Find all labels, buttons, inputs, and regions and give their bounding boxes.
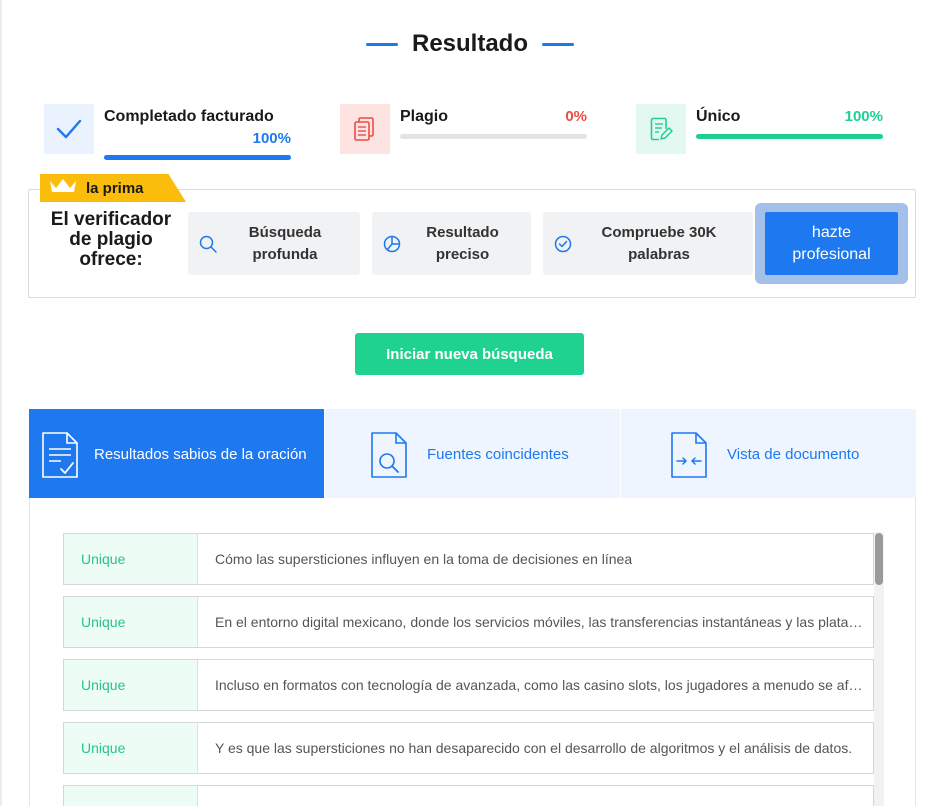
result-status-partial [64,786,198,806]
stat-progress-bar [104,155,291,160]
title-dash-left [365,42,398,46]
stat-completed: Completado facturado 100% [44,104,291,160]
stat-unique: Único 100% [636,104,883,160]
feature-deep-search: Búsqueda profunda [188,212,360,275]
result-sentence-partial [198,786,873,806]
search-icon [199,235,217,253]
feature-precise-result: Resultado preciso [372,212,531,275]
feature-label-line: Búsqueda [248,223,322,241]
stat-percent: 100% [844,108,883,125]
result-status: Unique [64,723,198,773]
result-status: Unique [64,534,198,584]
result-sentence-text: Incluso en formatos con tecnología de av… [215,677,865,693]
stat-plagiarism: Plagio 0% [340,104,587,160]
result-status: Unique [64,660,198,710]
tab-matching-sources[interactable]: Fuentes coincidentes [324,409,620,498]
table-row[interactable]: Unique Incluso en formatos con tecnologí… [63,659,874,711]
stat-progress-fill [696,134,883,139]
tab-document-view[interactable]: Vista de documento [620,409,916,498]
offer-title-line: ofrece: [79,249,143,270]
feature-label-line: preciso [435,245,490,263]
table-row[interactable]: Unique En el entorno digital mexicano, d… [63,596,874,648]
stat-percent: 0% [565,108,587,125]
feature-label-line: Resultado [426,223,499,241]
go-pro-label-line: profesional [792,245,871,263]
feature-label-line: Compruebe 30K [601,223,717,241]
premium-tag-label: la prima [86,179,144,197]
result-tabs: Resultados sabios de la oración Fuentes … [29,409,916,498]
stat-label: Único [696,108,741,125]
stat-progress-bar [696,134,883,139]
offer-title-line: El verificador [50,209,172,230]
feature-check-words: Compruebe 30K palabras [543,212,753,275]
new-search-button[interactable]: Iniciar nueva búsqueda [355,333,584,375]
stat-progress-fill [104,155,291,160]
go-pro-label-line: hazte [811,223,852,241]
page-title: Resultado [411,30,528,57]
stat-progress-bar [400,134,587,139]
title-dash-right [542,42,574,46]
title-row: Resultado [2,30,936,58]
result-sentence-text: En el entorno digital mexicano, donde lo… [215,614,865,630]
check-circle-icon [554,235,572,253]
document-compare-icon [671,432,707,478]
tab-label: Resultados sabios de la oración [94,446,307,463]
feature-label-line: palabras [628,245,690,263]
sentence-results-panel: Unique Cómo las supersticiones influyen … [29,498,916,806]
stat-label: Plagio [400,108,449,125]
result-page: Resultado Completado facturado 100% Plag… [0,0,936,806]
result-sentence: En el entorno digital mexicano, donde lo… [198,597,873,647]
table-row[interactable]: Unique Cómo las supersticiones influyen … [63,533,874,585]
table-row[interactable]: Unique Y es que las supersticiones no ha… [63,722,874,774]
copy-documents-icon [340,104,390,154]
check-icon [44,104,94,154]
feature-label-line: profunda [252,245,318,263]
go-pro-button[interactable]: hazte profesional [765,212,898,275]
result-sentence: Cómo las supersticiones influyen en la t… [198,534,873,584]
crown-icon [48,177,78,200]
result-sentence-text: Cómo las supersticiones influyen en la t… [215,551,633,567]
tab-label: Fuentes coincidentes [427,446,569,463]
offer-title-line: de plagio [69,229,153,250]
tab-sentence-results[interactable]: Resultados sabios de la oración [29,409,324,498]
tab-label: Vista de documento [727,446,860,463]
table-row-partial[interactable] [63,785,874,806]
pie-chart-icon [383,235,401,253]
stat-percent: 100% [252,130,291,147]
document-search-icon [371,432,407,478]
premium-tag: la prima [40,174,186,202]
document-edit-icon [636,104,686,154]
document-check-icon [42,432,78,478]
stat-label: Completado facturado [104,108,274,125]
result-sentence: Y es que las supersticiones no han desap… [198,723,873,773]
results-scrollbar-thumb[interactable] [875,533,883,585]
feature-label: Compruebe 30K palabras [543,222,753,266]
premium-offer-title: El verificador de plagio ofrece: [36,210,186,270]
result-sentence: Incluso en formatos con tecnología de av… [198,660,873,710]
result-status: Unique [64,597,198,647]
result-sentence-text: Y es que las supersticiones no han desap… [215,740,853,756]
go-pro-button-frame: hazte profesional [755,203,908,284]
